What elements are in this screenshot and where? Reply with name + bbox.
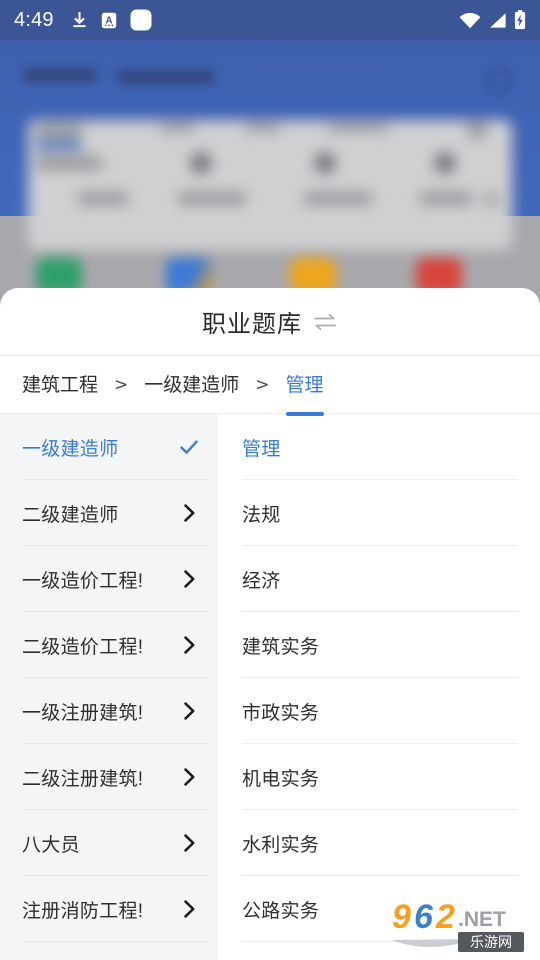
category-item-label: 一级造价工程! xyxy=(22,570,144,592)
status-bar-notification-icons: A xyxy=(71,9,152,31)
cellular-signal-icon xyxy=(490,12,506,28)
category-item-primary[interactable]: 八大员 xyxy=(0,810,218,876)
category-item-primary[interactable]: 注册消防工程! xyxy=(0,876,218,942)
download-icon xyxy=(73,12,86,28)
subject-item[interactable]: 水利实务 xyxy=(218,810,540,876)
category-list-primary[interactable]: 一级建造师 二级建造师 一级造价工程! 二级造价工程! 一级注册建筑! 二级注册… xyxy=(0,414,218,960)
battery-charging-icon xyxy=(514,10,526,30)
chevron-right-icon xyxy=(184,900,195,918)
category-picker: 一级建造师 二级建造师 一级造价工程! 二级造价工程! 一级注册建筑! 二级注册… xyxy=(0,414,540,960)
chevron-right-icon xyxy=(184,702,195,720)
category-item-label: 一级注册建筑! xyxy=(22,702,144,724)
category-list-secondary[interactable]: 管理 法规 经济 建筑实务 市政实务 机电实务 水利实务 公路实务 xyxy=(218,414,540,960)
subject-item[interactable]: 法规 xyxy=(218,480,540,546)
category-item-label: 二级注册建筑! xyxy=(22,768,144,790)
subject-item[interactable]: 管理 xyxy=(218,414,540,480)
subject-item-label: 公路实务 xyxy=(242,900,320,922)
sheet-header: 职业题库 xyxy=(0,288,540,356)
subject-item-label: 机电实务 xyxy=(242,768,320,790)
category-item-primary[interactable]: 二级注册建筑! xyxy=(0,744,218,810)
question-bank-bottom-sheet: 职业题库 建筑工程 > 一级建造师 > 管理 一级建造师 二级建造师 一级造价工… xyxy=(0,288,540,960)
category-item-label: 二级建造师 xyxy=(22,504,119,526)
breadcrumb-separator: > xyxy=(114,374,129,395)
check-icon xyxy=(180,440,198,454)
chevron-right-icon xyxy=(184,636,195,654)
category-item-primary[interactable]: 一级造价工程! xyxy=(0,546,218,612)
category-item-primary[interactable]: 二级造价工程! xyxy=(0,612,218,678)
subject-item[interactable]: 公路实务 xyxy=(218,876,540,942)
subject-item[interactable]: 经济 xyxy=(218,546,540,612)
breadcrumb-item-0[interactable]: 建筑工程 xyxy=(22,370,98,399)
subject-item-label: 建筑实务 xyxy=(242,636,320,658)
chevron-right-icon xyxy=(184,504,195,522)
swap-horizontal-icon[interactable] xyxy=(312,309,338,335)
breadcrumb: 建筑工程 > 一级建造师 > 管理 xyxy=(0,356,540,416)
category-item-label: 注册消防工程! xyxy=(22,900,144,922)
subject-item[interactable]: 建筑实务 xyxy=(218,612,540,678)
category-item-primary[interactable]: 二级建造师 xyxy=(0,480,218,546)
subject-item-label: 管理 xyxy=(242,438,281,460)
subject-item-label: 水利实务 xyxy=(242,834,320,856)
background-search-bar xyxy=(0,58,540,104)
translate-a-icon: A xyxy=(101,12,116,28)
subject-item-label: 法规 xyxy=(242,504,281,526)
status-bar-system-icons xyxy=(459,10,526,30)
category-item-label: 一级建造师 xyxy=(22,438,119,460)
category-item-primary[interactable]: 一级注册建筑! xyxy=(0,678,218,744)
breadcrumb-item-2[interactable]: 管理 xyxy=(285,370,324,416)
background-search-icon xyxy=(486,68,512,94)
status-bar: 4:49 A xyxy=(0,0,540,40)
wifi-icon xyxy=(459,12,481,28)
rounded-square-icon xyxy=(130,9,152,31)
category-item-label: 八大员 xyxy=(22,834,80,856)
subject-item-label: 经济 xyxy=(242,570,281,592)
breadcrumb-separator: > xyxy=(255,374,270,395)
chevron-right-icon xyxy=(184,768,195,786)
breadcrumb-item-1[interactable]: 一级建造师 xyxy=(144,370,239,399)
chevron-right-icon xyxy=(184,834,195,852)
category-item-primary[interactable]: 一级建造师 xyxy=(0,414,218,480)
status-bar-clock: 4:49 xyxy=(14,8,54,31)
chevron-right-icon xyxy=(184,570,195,588)
category-item-label: 二级造价工程! xyxy=(22,636,144,658)
page-title: 职业题库 xyxy=(202,311,302,338)
background-card xyxy=(28,120,512,250)
subject-item[interactable]: 机电实务 xyxy=(218,744,540,810)
subject-item[interactable]: 市政实务 xyxy=(218,678,540,744)
subject-item-label: 市政实务 xyxy=(242,702,320,724)
